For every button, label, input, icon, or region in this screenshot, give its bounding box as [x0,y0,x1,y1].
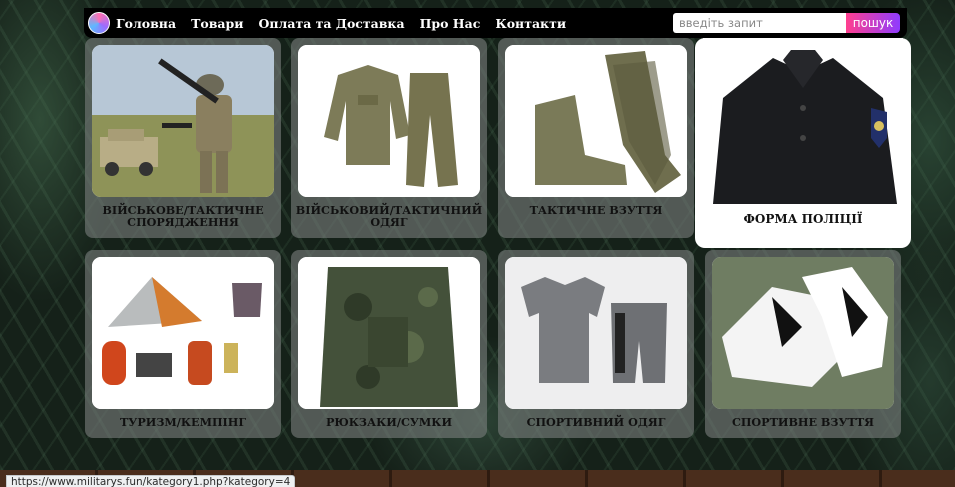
sneakers-image [712,257,894,409]
nav-link-about[interactable]: Про Нас [420,16,481,31]
category-card-tactical-footwear[interactable]: ТАКТИЧНЕ ВЗУТТЯ [498,38,694,238]
category-card-backpacks[interactable]: РЮКЗАКИ/СУМКИ [291,250,487,438]
site-logo-icon[interactable] [88,12,110,34]
search-form: пошук [673,13,900,33]
category-title: ТУРИЗМ/КЕМПІНГ [119,415,247,429]
nav-link-contacts[interactable]: Контакти [495,16,566,31]
category-title: ФОРМА ПОЛІЦІЇ [743,212,863,226]
top-navbar: Головна Товари Оплата та Доставка Про На… [84,8,907,38]
police-uniform-image [703,38,903,204]
category-title: СПОРТИВНИЙ ОДЯГ [526,415,666,429]
category-card-military-gear[interactable]: ВІЙСЬКОВЕ/ТАКТИЧНЕ СПОРЯДЖЕННЯ [85,38,281,238]
category-title: ВІЙСЬКОВИЙ/ТАКТИЧНИЙ ОДЯГ [295,203,483,229]
nav-link-payment-delivery[interactable]: Оплата та Доставка [259,16,405,31]
category-card-camping[interactable]: ТУРИЗМ/КЕМПІНГ [85,250,281,438]
category-card-sportswear[interactable]: СПОРТИВНИЙ ОДЯГ [498,250,694,438]
category-card-police-uniform[interactable]: ФОРМА ПОЛІЦІЇ [695,38,911,248]
soldier-with-rifle-image [92,45,274,197]
category-title: СПОРТИВНЕ ВЗУТТЯ [731,415,875,429]
tactical-boots-image [505,45,687,197]
category-title: ТАКТИЧНЕ ВЗУТТЯ [529,203,663,217]
search-button[interactable]: пошук [846,13,900,33]
category-card-military-clothing[interactable]: ВІЙСЬКОВИЙ/ТАКТИЧНИЙ ОДЯГ [291,38,487,238]
tactical-suit-image [298,45,480,197]
nav-link-products[interactable]: Товари [191,16,243,31]
category-title: РЮКЗАКИ/СУМКИ [325,415,453,429]
search-input[interactable] [673,13,846,33]
camping-gear-image [92,257,274,409]
category-card-sport-footwear[interactable]: СПОРТИВНЕ ВЗУТТЯ [705,250,901,438]
status-bar-url: https://www.militarys.fun/kategory1.php?… [6,475,296,487]
nav-link-home[interactable]: Головна [116,16,176,31]
category-title: ВІЙСЬКОВЕ/ТАКТИЧНЕ СПОРЯДЖЕННЯ [102,203,264,229]
sport-clothes-image [505,257,687,409]
camo-backpack-image [298,257,480,409]
